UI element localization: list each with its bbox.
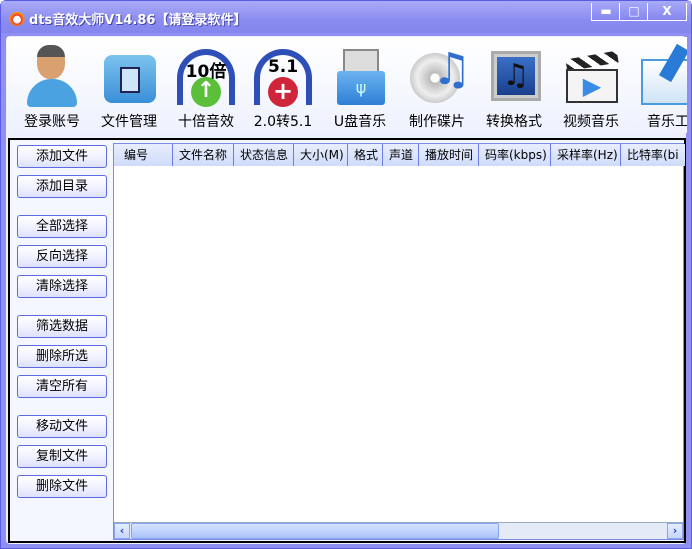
file-list[interactable]: 编号 文件名称 状态信息 大小(M) 格式 声道 播放时间 码率(kbps) 采样率(Hz) 比特… [113, 143, 685, 540]
side-button[interactable]: 反向选择 [17, 245, 107, 268]
tools-icon [637, 43, 687, 107]
column-header[interactable]: 播放时间 [419, 144, 479, 166]
scroll-left-button[interactable]: ‹ [114, 523, 130, 539]
cd-music-icon: ♫ [406, 45, 471, 107]
toolbar-button-label: 视频音乐 [563, 114, 619, 130]
toolbar-button-folder[interactable]: 文件管理 [90, 45, 168, 131]
headphones-51-icon: +5.1 [252, 45, 314, 107]
side-button[interactable]: 清空所有 [17, 375, 107, 398]
side-button[interactable]: 筛选数据 [17, 315, 107, 338]
toolbar-button-label: 文件管理 [101, 114, 157, 130]
column-header[interactable]: 大小(M) [294, 144, 348, 166]
side-button[interactable]: 删除文件 [17, 475, 107, 498]
title-bar[interactable]: dts音效大师V14.86【请登录软件】 ▬ □ X [1, 1, 691, 33]
scroll-right-button[interactable]: › [667, 523, 683, 539]
column-header[interactable]: 格式 [348, 144, 383, 166]
side-button[interactable]: 添加目录 [17, 175, 107, 198]
side-button[interactable]: 添加文件 [17, 145, 107, 168]
column-header[interactable]: 编号 [114, 144, 173, 166]
column-header[interactable]: 采样率(Hz) [551, 144, 621, 166]
window-title: dts音效大师V14.86【请登录软件】 [29, 13, 247, 28]
icon-badge-text: 5.1 [267, 57, 299, 77]
side-button[interactable]: 清除选择 [17, 275, 107, 298]
toolbar-button-label: 登录账号 [24, 114, 80, 130]
side-button[interactable]: 移动文件 [17, 415, 107, 438]
headphones-10x-icon: ↑ 10倍 [175, 45, 237, 107]
toolbar-button-label: 制作碟片 [409, 114, 465, 130]
clapper-icon: ▶ [560, 45, 622, 107]
maximize-button[interactable]: □ [619, 3, 649, 21]
toolbar-button-label: 十倍音效 [178, 114, 234, 130]
column-header[interactable]: 文件名称 [173, 144, 234, 166]
app-window: dts音效大师V14.86【请登录软件】 ▬ □ X 登录账号 文件管理 ↑ 10倍十… [0, 0, 692, 549]
folder-icon [98, 45, 160, 107]
user-icon [21, 45, 83, 107]
toolbar-button-usb[interactable]: ψ U盘音乐 [321, 45, 399, 131]
column-header[interactable]: 状态信息 [234, 144, 294, 166]
main-panel: 添加文件添加目录全部选择反向选择清除选择筛选数据删除所选清空所有移动文件复制文件… [8, 138, 686, 543]
toolbar-button-clapper[interactable]: ▶ 视频音乐 [552, 45, 630, 131]
toolbar-button-label: 2.0转5.1 [253, 114, 313, 130]
list-header: 编号 文件名称 状态信息 大小(M) 格式 声道 播放时间 码率(kbps) 采样率(Hz) 比特… [114, 144, 685, 166]
horizontal-scrollbar[interactable]: ‹ › [114, 522, 683, 539]
toolbar-button-user[interactable]: 登录账号 [13, 45, 91, 131]
toolbar-button-headphones-10x[interactable]: ↑ 10倍十倍音效 [167, 45, 245, 131]
minimize-button[interactable]: ▬ [591, 3, 621, 21]
toolbar-button-label: 音乐工 [647, 114, 687, 130]
column-header[interactable]: 码率(kbps) [479, 144, 551, 166]
toolbar: 登录账号 文件管理 ↑ 10倍 十倍音效 +5.1 2.0转5.1 ψ U盘音乐 ♫ 制作碟片 ♫ 转换… [7, 37, 687, 133]
toolbar-button-music-note[interactable]: ♫ 转换格式 [475, 45, 553, 131]
app-logo-icon [9, 10, 25, 26]
music-note-icon: ♫ [483, 45, 545, 107]
close-button[interactable]: X [647, 3, 687, 21]
side-button[interactable]: 复制文件 [17, 445, 107, 468]
toolbar-button-tools[interactable]: 音乐工 [629, 43, 687, 131]
side-button[interactable]: 删除所选 [17, 345, 107, 368]
usb-icon: ψ [329, 45, 391, 107]
side-button[interactable]: 全部选择 [17, 215, 107, 238]
toolbar-button-label: 转换格式 [486, 114, 542, 130]
column-header[interactable]: 比特率(bi [621, 144, 685, 166]
column-header[interactable]: 声道 [383, 144, 419, 166]
scroll-thumb[interactable] [131, 523, 499, 539]
icon-badge-text: 10倍 [185, 62, 227, 82]
toolbar-button-headphones-51[interactable]: +5.1 2.0转5.1 [244, 45, 322, 131]
toolbar-button-label: U盘音乐 [333, 114, 387, 130]
toolbar-button-cd-music[interactable]: ♫ 制作碟片 [398, 45, 476, 131]
